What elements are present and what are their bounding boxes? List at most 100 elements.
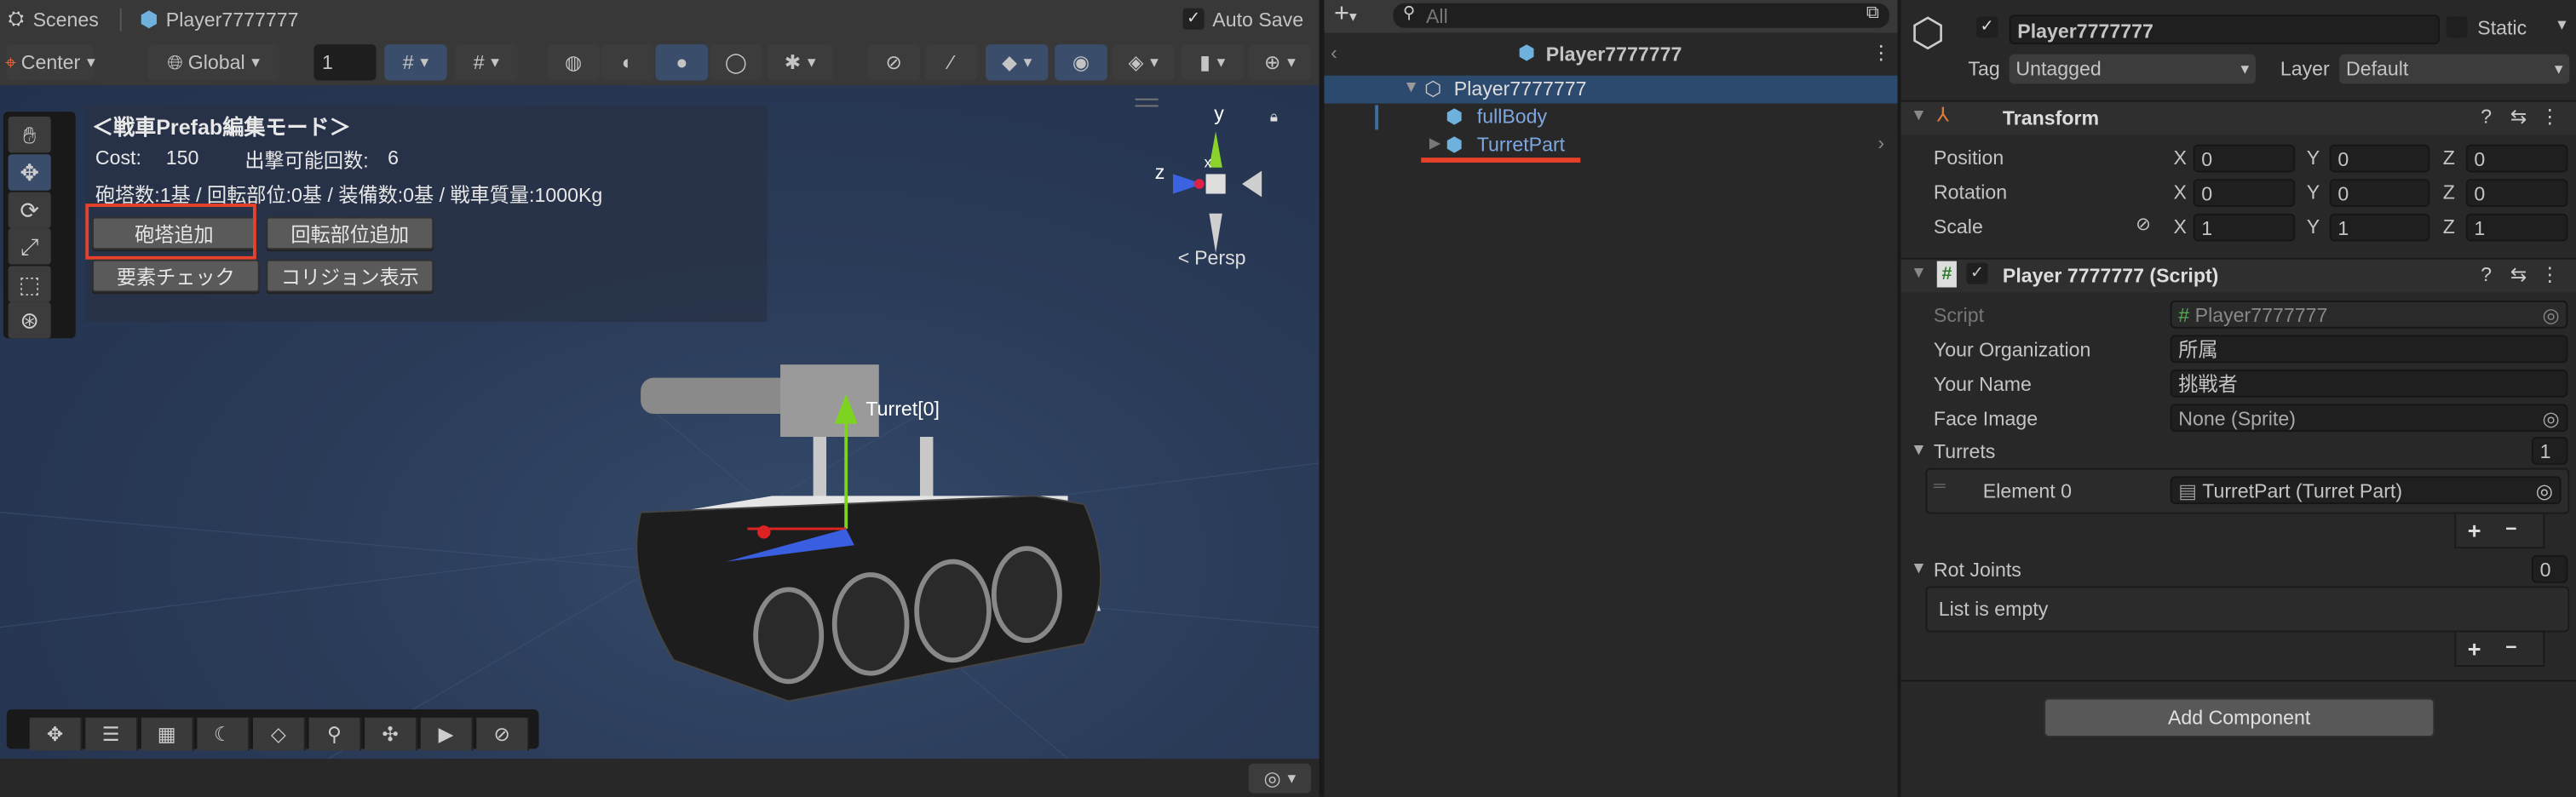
- object-picker-icon[interactable]: ◎: [2542, 405, 2559, 433]
- auto-save-checkbox[interactable]: ✓: [1182, 8, 1205, 30]
- object-picker-icon[interactable]: ◎: [2536, 478, 2553, 506]
- element-0-field[interactable]: ▤ TurretPart (Turret Part) ◎: [2170, 476, 2562, 506]
- create-plus-icon[interactable]: +▾: [1334, 0, 1357, 30]
- help-icon[interactable]: ?: [2481, 263, 2492, 286]
- position-z-field[interactable]: 0: [2465, 144, 2568, 173]
- hierarchy-row[interactable]: ▼ ⬡ Player7777777: [1324, 75, 1898, 104]
- breadcrumb-prefab[interactable]: Player7777777: [166, 9, 299, 32]
- hierarchy-row[interactable]: ▶ ⬢ TurretPart ›: [1324, 131, 1897, 163]
- moon-icon[interactable]: ☾: [197, 717, 250, 751]
- grid-pattern-icon[interactable]: ▦: [141, 717, 194, 751]
- drag-handle-icon[interactable]: ═: [1934, 478, 1946, 496]
- shaded-button[interactable]: ●: [655, 44, 709, 81]
- camera-button[interactable]: ▮: [1181, 44, 1244, 81]
- rotjoints-add-button[interactable]: +: [2468, 635, 2481, 662]
- magnifier-icon[interactable]: ⚲: [308, 717, 362, 751]
- turret-handle-label: Turret[0]: [865, 397, 940, 421]
- layers-view-icon[interactable]: ◇: [252, 717, 306, 751]
- grid-snap-button[interactable]: #: [384, 44, 447, 81]
- add-component-button[interactable]: Add Component: [2044, 697, 2435, 737]
- hierarchy-search-input[interactable]: ⚲ All ⧉: [1393, 3, 1889, 28]
- foldout-arrow-icon[interactable]: ▼: [1911, 264, 1927, 282]
- lighting-toggle-button[interactable]: ⁄: [924, 44, 978, 81]
- face-image-field[interactable]: None (Sprite) ◎: [2170, 404, 2568, 433]
- gizmos-button[interactable]: ⊕: [1248, 44, 1311, 81]
- transform-tool-icon[interactable]: ⊛: [8, 301, 51, 339]
- turrets-foldout-icon[interactable]: ▼: [1911, 442, 1927, 460]
- open-prefab-chevron-icon[interactable]: ›: [1877, 131, 1884, 154]
- increment-snap-button[interactable]: #: [455, 44, 518, 81]
- breadcrumb-scenes[interactable]: Scenes: [33, 9, 99, 32]
- effects-toggle-button[interactable]: ◆: [986, 44, 1049, 81]
- visibility-toggle-button[interactable]: ◉: [1055, 44, 1107, 81]
- rotjoints-count-field[interactable]: 0: [2531, 554, 2568, 583]
- rotation-z-field[interactable]: 0: [2465, 179, 2568, 207]
- component-menu-icon[interactable]: ⋮: [2540, 105, 2560, 128]
- hand-tool-icon[interactable]: ✋︎: [8, 116, 51, 153]
- scene-viewport[interactable]: Turret[0] ✋︎ ✥ ⟳ ⤢ ⬚ ⊛ ＜戦車Prefab編集モード＞ C…: [0, 85, 1320, 759]
- gizmo-handle[interactable]: [1135, 98, 1159, 107]
- navigation-dropdown[interactable]: ◎: [1248, 763, 1311, 794]
- hierarchy-row[interactable]: ⬢ fullBody: [1324, 103, 1897, 131]
- debug-draw-mode-button[interactable]: ✱: [767, 44, 833, 81]
- rotation-y-field[interactable]: 0: [2329, 179, 2430, 207]
- script-enabled-checkbox[interactable]: ✓: [1966, 262, 1988, 284]
- position-x-field[interactable]: 0: [2193, 144, 2296, 173]
- collision-display-button[interactable]: コリジョン表示: [266, 259, 434, 293]
- wireframe-draw-button[interactable]: ◍: [547, 44, 600, 81]
- rotate-tool-icon[interactable]: ⟳: [8, 192, 51, 229]
- tag-dropdown[interactable]: Untagged: [2009, 54, 2256, 84]
- org-field[interactable]: 所属: [2170, 335, 2568, 364]
- scale-y-field[interactable]: 1: [2329, 213, 2430, 242]
- more-menu-icon[interactable]: ⋮: [1872, 41, 1891, 64]
- rotjoints-remove-button[interactable]: −: [2505, 635, 2517, 658]
- turrets-add-button[interactable]: +: [2468, 517, 2481, 543]
- turrets-remove-button[interactable]: −: [2505, 517, 2517, 540]
- static-dropdown-icon[interactable]: ▼: [2555, 16, 2569, 32]
- scale-tool-icon[interactable]: ⤢: [8, 228, 51, 265]
- component-menu-icon[interactable]: ⋮: [2540, 263, 2560, 286]
- help-icon[interactable]: ?: [2481, 105, 2492, 128]
- camera-view-icon[interactable]: ▶: [420, 717, 474, 751]
- compass-icon[interactable]: ⊘: [476, 717, 529, 751]
- back-chevron-icon[interactable]: ‹: [1331, 41, 1337, 64]
- turrets-count-field[interactable]: 1: [2531, 436, 2568, 465]
- scene-search-toggle-icon[interactable]: ⧉: [1866, 3, 1879, 25]
- hierarchy-item-label: fullBody: [1476, 105, 1548, 129]
- rotjoints-foldout-icon[interactable]: ▼: [1911, 560, 1927, 578]
- move-view-icon[interactable]: ✥: [29, 717, 83, 751]
- active-checkbox[interactable]: ✓: [1976, 16, 1998, 38]
- layer-dropdown[interactable]: Default: [2339, 54, 2570, 84]
- unlit-button[interactable]: ◯: [710, 44, 762, 81]
- nodes-icon[interactable]: ✣: [365, 717, 417, 751]
- rotation-x-field[interactable]: 0: [2193, 179, 2296, 207]
- static-checkbox[interactable]: [2446, 16, 2468, 38]
- presets-icon[interactable]: ⇆: [2510, 105, 2527, 128]
- layers-button[interactable]: ◈: [1112, 44, 1175, 81]
- shaded-wire-button[interactable]: ◐: [601, 44, 654, 81]
- sliders-icon[interactable]: ☰: [85, 717, 138, 751]
- cost-value: 150: [165, 146, 199, 169]
- orientation-gizmo[interactable]: [1150, 118, 1281, 267]
- object-name-input[interactable]: Player7777777: [2009, 14, 2440, 45]
- scale-x-field[interactable]: 1: [2193, 213, 2296, 242]
- 2d-toggle-button[interactable]: ⊘: [867, 44, 920, 81]
- projection-toggle[interactable]: Persp: [1194, 246, 1245, 269]
- expand-arrow-icon[interactable]: ▼: [1403, 79, 1419, 97]
- constrain-proportions-icon[interactable]: ⊘: [2136, 214, 2151, 235]
- object-picker-icon[interactable]: ◎: [2542, 302, 2559, 330]
- pivot-mode-dropdown[interactable]: ⌖ Center: [5, 44, 94, 81]
- scale-z-field[interactable]: 1: [2465, 213, 2568, 242]
- collapse-arrow-icon[interactable]: ▶: [1429, 135, 1440, 152]
- add-rotation-part-button[interactable]: 回転部位追加: [266, 216, 434, 250]
- space-mode-dropdown[interactable]: 🌐︎ Global: [147, 44, 279, 81]
- position-y-field[interactable]: 0: [2329, 144, 2430, 173]
- name-field[interactable]: 挑戦者: [2170, 369, 2568, 398]
- grid-size-input[interactable]: 1: [313, 44, 377, 81]
- foldout-arrow-icon[interactable]: ▼: [1911, 106, 1927, 124]
- rect-tool-icon[interactable]: ⬚: [8, 266, 51, 302]
- element-check-button[interactable]: 要素チェック: [91, 259, 260, 293]
- move-tool-icon[interactable]: ✥: [8, 154, 51, 191]
- presets-icon[interactable]: ⇆: [2510, 263, 2527, 286]
- scene-toolbar: ⌖Center 🌐︎Global 1 # # ◍ ◐ ● ◯ ✱ ⊘ ⁄ ◆ ◉…: [0, 43, 1320, 86]
